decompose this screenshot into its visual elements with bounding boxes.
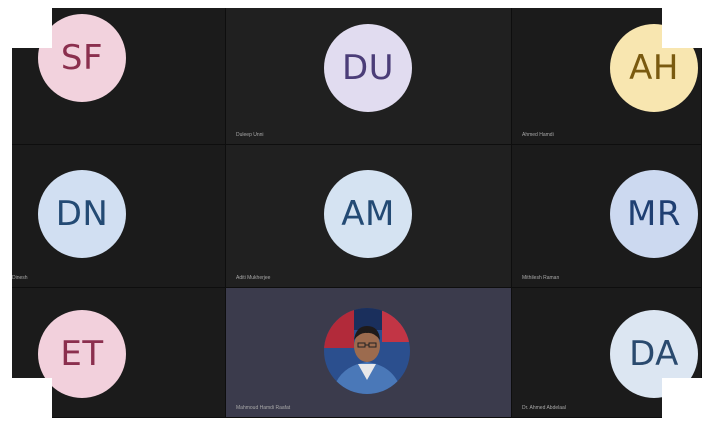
meeting-window: SF DU Duleep Unni AH Ahmed Hamdi DN Dine… (0, 0, 714, 426)
corner-decoration (662, 8, 702, 48)
corner-decoration (12, 8, 52, 48)
avatar: AM (324, 170, 412, 258)
participant-name: Ahmed Hamdi (522, 132, 554, 138)
corner-decoration (662, 378, 702, 418)
participant-name: Mithilesh Raman (522, 275, 560, 281)
participant-name: Duleep Unni (236, 132, 264, 138)
participant-grid: SF DU Duleep Unni AH Ahmed Hamdi DN Dine… (12, 8, 702, 418)
person-photo-icon (324, 308, 410, 394)
participant-name: Dinesh (12, 275, 28, 281)
participant-name: Aditi Mukherjee (236, 275, 271, 281)
participant-photo (324, 308, 410, 394)
participant-name: Dr. Ahmed Abdelaal (522, 405, 566, 411)
participant-tile-du[interactable]: DU Duleep Unni (226, 8, 512, 145)
participant-name: Mahmoud Hamdi Raafat (236, 405, 291, 411)
participant-tile-am[interactable]: AM Aditi Mukherjee (226, 145, 512, 288)
participant-tile-mr[interactable]: MR Mithilesh Raman (512, 145, 702, 288)
corner-decoration (12, 378, 52, 418)
avatar: DN (38, 170, 126, 258)
video-grid-stage: SF DU Duleep Unni AH Ahmed Hamdi DN Dine… (12, 8, 702, 418)
participant-tile-featured[interactable]: Mahmoud Hamdi Raafat (226, 288, 512, 418)
avatar: DU (324, 24, 412, 112)
avatar: MR (610, 170, 698, 258)
participant-tile-dn[interactable]: DN Dinesh (12, 145, 226, 288)
